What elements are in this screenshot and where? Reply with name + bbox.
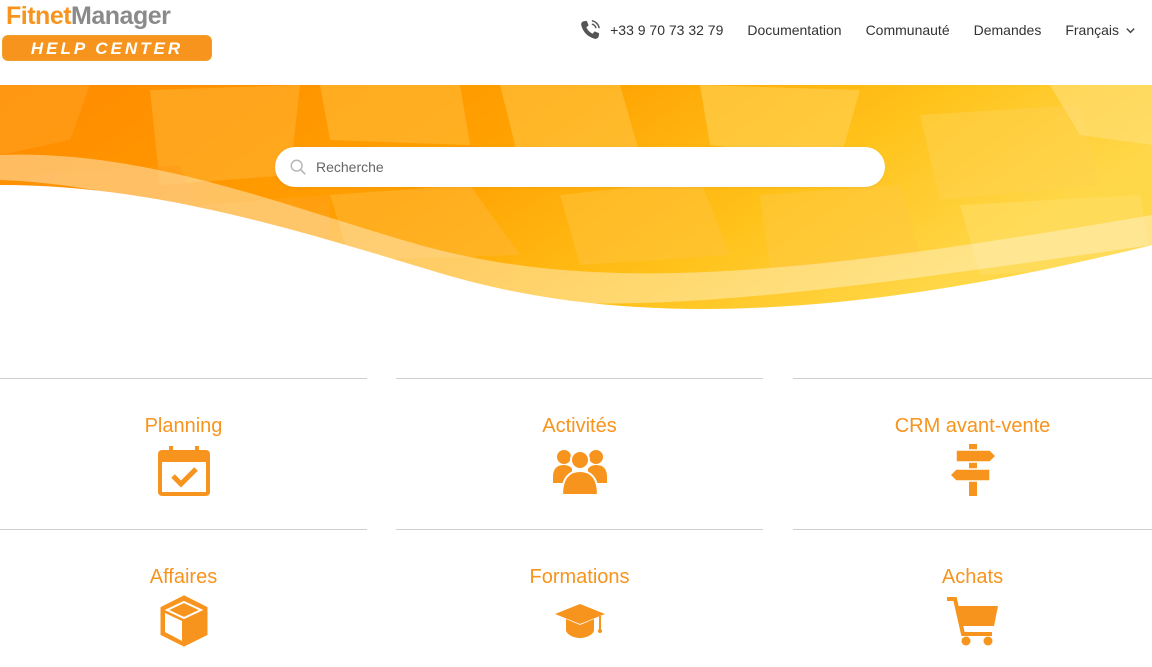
shopping-cart-icon [946, 597, 998, 646]
category-achats[interactable]: Achats [793, 529, 1152, 667]
search-icon [290, 159, 306, 175]
category-title: Activités [542, 415, 617, 437]
chevron-down-icon [1126, 27, 1135, 33]
category-formations[interactable]: Formations [396, 529, 763, 667]
search-bar[interactable] [275, 147, 885, 187]
category-title: CRM avant-vente [894, 415, 1051, 437]
hero-background [0, 85, 1152, 320]
logo-fitnet-text: Fitnet [6, 2, 72, 30]
category-title: Affaires [149, 566, 218, 588]
category-planning[interactable]: Planning [0, 378, 367, 530]
signpost-icon [948, 444, 997, 496]
hero-banner [0, 85, 1152, 320]
phone-icon [581, 20, 601, 39]
header: FitnetManager HELP CENTER +33 9 70 73 32… [0, 0, 1152, 85]
logo-manager-text: Manager [71, 2, 171, 30]
nav-documentation[interactable]: Documentation [747, 18, 841, 42]
language-selector[interactable]: Français [1065, 18, 1136, 42]
category-crm-avant-vente[interactable]: CRM avant-vente [793, 378, 1152, 530]
search-input[interactable] [316, 159, 856, 175]
nav-requests[interactable]: Demandes [974, 18, 1042, 42]
help-center-badge: HELP CENTER [2, 35, 212, 61]
language-label: Français [1065, 22, 1119, 38]
top-nav: +33 9 70 73 32 79 Documentation Communau… [579, 18, 1136, 42]
category-affaires[interactable]: Affaires [0, 529, 367, 667]
graduation-cap-icon [554, 604, 605, 638]
users-group-icon [552, 450, 607, 496]
phone-number: +33 9 70 73 32 79 [610, 22, 724, 38]
logo[interactable]: FitnetManager HELP CENTER [2, 2, 214, 62]
logo-wordmark: FitnetManager [6, 2, 171, 30]
phone-link[interactable]: +33 9 70 73 32 79 [579, 18, 723, 42]
box-icon [160, 595, 207, 647]
category-title: Planning [144, 415, 223, 437]
category-title: Achats [941, 566, 1004, 588]
nav-community[interactable]: Communauté [866, 18, 950, 42]
category-title: Formations [529, 566, 630, 588]
category-activites[interactable]: Activités [396, 378, 763, 530]
calendar-check-icon [157, 446, 210, 496]
